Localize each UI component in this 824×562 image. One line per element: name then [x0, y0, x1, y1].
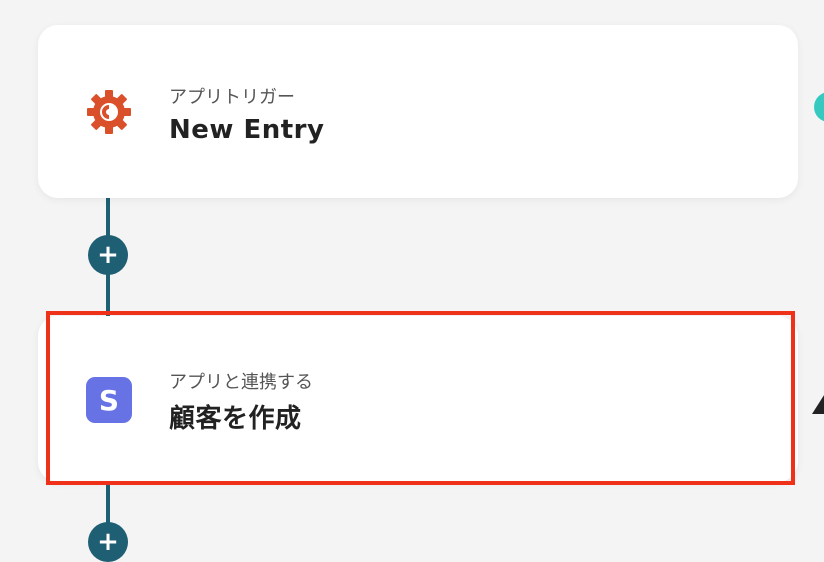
trigger-step-title: New Entry: [169, 115, 325, 145]
stripe-s-logo-icon: S: [86, 377, 132, 423]
plus-icon: +: [97, 527, 119, 557]
gear-c-logo-icon: [86, 89, 132, 135]
trigger-step-card[interactable]: アプリトリガー New Entry: [38, 25, 798, 198]
action-step-title: 顧客を作成: [169, 404, 302, 434]
add-step-button[interactable]: +: [88, 522, 128, 562]
side-arrow-icon: [812, 392, 824, 414]
action-step-subtitle: アプリと連携する: [169, 372, 313, 393]
action-step-card[interactable]: S アプリと連携する 顧客を作成: [38, 316, 798, 482]
trigger-step-subtitle: アプリトリガー: [169, 87, 295, 108]
side-app-icon[interactable]: [814, 92, 824, 122]
plus-icon: +: [97, 240, 119, 270]
add-step-button[interactable]: +: [88, 235, 128, 275]
stripe-s-letter: S: [86, 377, 132, 423]
